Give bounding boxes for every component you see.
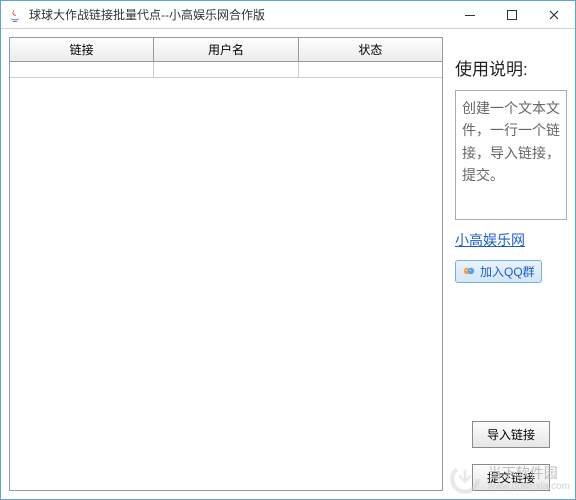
cell-status[interactable] xyxy=(299,62,442,78)
table-panel: 链接 用户名 状态 xyxy=(9,37,443,491)
qq-button-label: 加入QQ群 xyxy=(480,263,535,280)
content-area: 链接 用户名 状态 使用说明: 创建一个文本文件，一行一个链接，导入链接，提交。… xyxy=(1,29,575,499)
cell-link[interactable] xyxy=(10,62,154,78)
close-button[interactable] xyxy=(533,1,575,29)
partner-link[interactable]: 小高娱乐网 xyxy=(455,230,567,250)
column-link[interactable]: 链接 xyxy=(10,38,154,61)
import-links-button[interactable]: 导入链接 xyxy=(472,421,550,448)
instructions-text: 创建一个文本文件，一行一个链接，导入链接，提交。 xyxy=(455,90,567,220)
titlebar: 球球大作战链接批量代点--小高娱乐网合作版 xyxy=(1,1,575,29)
window-title: 球球大作战链接批量代点--小高娱乐网合作版 xyxy=(29,6,265,23)
maximize-button[interactable] xyxy=(491,1,533,29)
join-qq-button[interactable]: 加入QQ群 xyxy=(455,260,542,283)
cell-username[interactable] xyxy=(154,62,298,78)
table-header: 链接 用户名 状态 xyxy=(10,38,442,62)
table-body xyxy=(10,62,442,490)
sidebar: 使用说明: 创建一个文本文件，一行一个链接，导入链接，提交。 小高娱乐网 加入Q… xyxy=(455,37,567,491)
java-app-icon xyxy=(7,7,23,23)
data-table[interactable]: 链接 用户名 状态 xyxy=(9,37,443,491)
column-status[interactable]: 状态 xyxy=(299,38,442,61)
qq-group-icon xyxy=(462,265,476,279)
minimize-button[interactable] xyxy=(449,1,491,29)
submit-links-button[interactable]: 提交链接 xyxy=(472,464,550,491)
column-username[interactable]: 用户名 xyxy=(154,38,298,61)
instructions-heading: 使用说明: xyxy=(455,55,567,80)
app-window: 球球大作战链接批量代点--小高娱乐网合作版 链接 用户名 状态 xyxy=(0,0,576,500)
table-row[interactable] xyxy=(10,62,442,78)
